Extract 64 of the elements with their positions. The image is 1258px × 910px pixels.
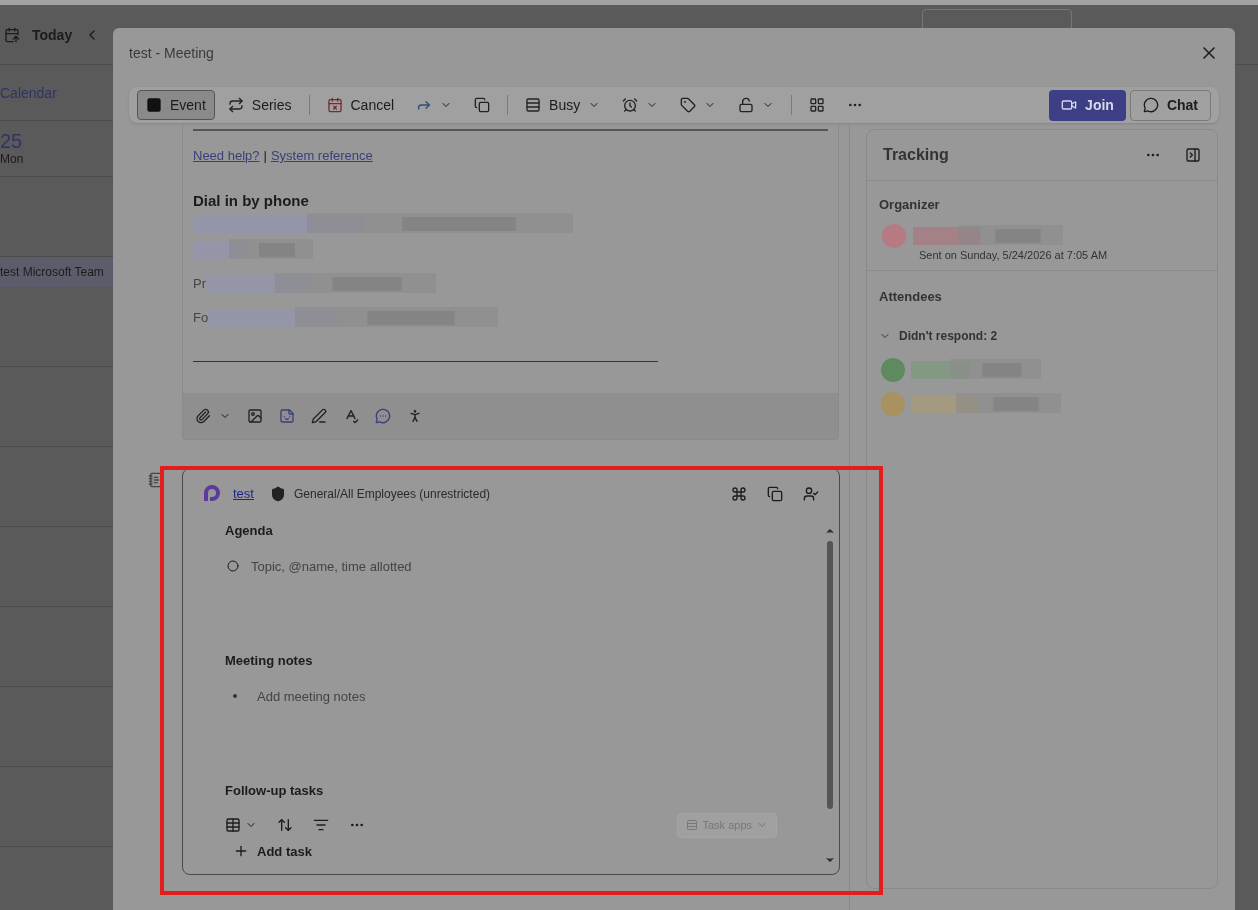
shield-icon bbox=[269, 486, 286, 502]
accessibility-icon[interactable] bbox=[407, 408, 423, 424]
scrollbar-thumb[interactable] bbox=[827, 541, 833, 809]
attendees-heading: Attendees bbox=[879, 288, 943, 306]
organizer-heading: Organizer bbox=[879, 196, 941, 214]
people-icon[interactable] bbox=[803, 486, 819, 502]
loop-logo-icon bbox=[203, 485, 221, 503]
section-title: Agenda bbox=[225, 522, 274, 540]
collapse-panel-icon[interactable] bbox=[1185, 147, 1201, 163]
sensitivity-label: General/All Employees (unrestricted) bbox=[293, 486, 491, 502]
avatar bbox=[879, 222, 909, 249]
copy-icon bbox=[474, 97, 491, 113]
toolbar-button[interactable]: Event bbox=[137, 90, 215, 120]
help-link[interactable]: Need help? bbox=[193, 147, 260, 166]
workspace-link[interactable]: test bbox=[233, 485, 254, 503]
copy-icon[interactable] bbox=[767, 486, 783, 502]
agenda-bullet-icon bbox=[227, 560, 239, 573]
table-icon[interactable] bbox=[225, 817, 241, 833]
unlocked-icon bbox=[738, 97, 755, 113]
chat-button[interactable]: Chat bbox=[1129, 89, 1211, 121]
command-icon[interactable] bbox=[731, 486, 747, 502]
spelling-icon[interactable] bbox=[343, 408, 359, 424]
bullet-icon bbox=[233, 694, 237, 699]
filter-icon[interactable] bbox=[313, 817, 329, 833]
alarm-clock-icon bbox=[622, 97, 639, 113]
toolbar-button[interactable]: Busy bbox=[516, 90, 610, 120]
redacted-line-start: Pr bbox=[193, 274, 206, 293]
agenda-placeholder[interactable]: Topic, @name, time allotted bbox=[251, 556, 412, 576]
toolbar-button[interactable]: Series bbox=[218, 90, 301, 120]
busy-status-icon bbox=[525, 97, 542, 113]
calendar-today-icon bbox=[4, 26, 20, 43]
video-icon bbox=[1061, 97, 1078, 113]
section-title: Meeting notes bbox=[225, 652, 314, 670]
format-icon[interactable] bbox=[311, 408, 327, 424]
task-apps-icon bbox=[686, 819, 699, 831]
apps-icon bbox=[809, 97, 826, 113]
sticker-icon[interactable] bbox=[279, 408, 295, 424]
repeat-icon bbox=[227, 97, 244, 113]
panel-title: Tracking bbox=[883, 145, 949, 165]
sort-icon[interactable] bbox=[277, 817, 293, 833]
chat-icon bbox=[1142, 97, 1159, 113]
notes-placeholder[interactable]: Add meeting notes bbox=[257, 686, 366, 706]
image-icon[interactable] bbox=[247, 408, 263, 424]
reference-link[interactable]: System reference bbox=[270, 147, 373, 166]
sent-time: Sent on Sunday, 5/24/2026 at 7:05 AM bbox=[919, 247, 1109, 263]
day-name: Mon bbox=[0, 150, 25, 167]
tag-icon bbox=[680, 97, 697, 113]
avatar bbox=[879, 356, 907, 383]
redacted-line-start: Fo bbox=[193, 308, 209, 327]
add-task-button[interactable]: Add task bbox=[233, 841, 819, 861]
calendar-event-icon bbox=[146, 97, 162, 113]
comment-icon[interactable] bbox=[375, 408, 391, 424]
calendar-cancel-icon bbox=[326, 97, 343, 113]
toolbar-button[interactable]: Cancel bbox=[317, 90, 404, 120]
calendar-event[interactable]: test Microsoft Team bbox=[0, 257, 113, 287]
today-button[interactable]: Today bbox=[32, 24, 73, 45]
window-title: test - Meeting bbox=[129, 44, 214, 63]
section-title: Follow-up tasks bbox=[225, 782, 325, 800]
link-separator: | bbox=[263, 147, 267, 165]
attach-icon[interactable] bbox=[195, 408, 211, 424]
join-button[interactable]: Join bbox=[1049, 89, 1126, 121]
section-heading: Dial in by phone bbox=[193, 190, 310, 211]
avatar bbox=[879, 390, 907, 417]
attendee-group-toggle[interactable]: Didn't respond: 2 bbox=[879, 326, 1205, 345]
